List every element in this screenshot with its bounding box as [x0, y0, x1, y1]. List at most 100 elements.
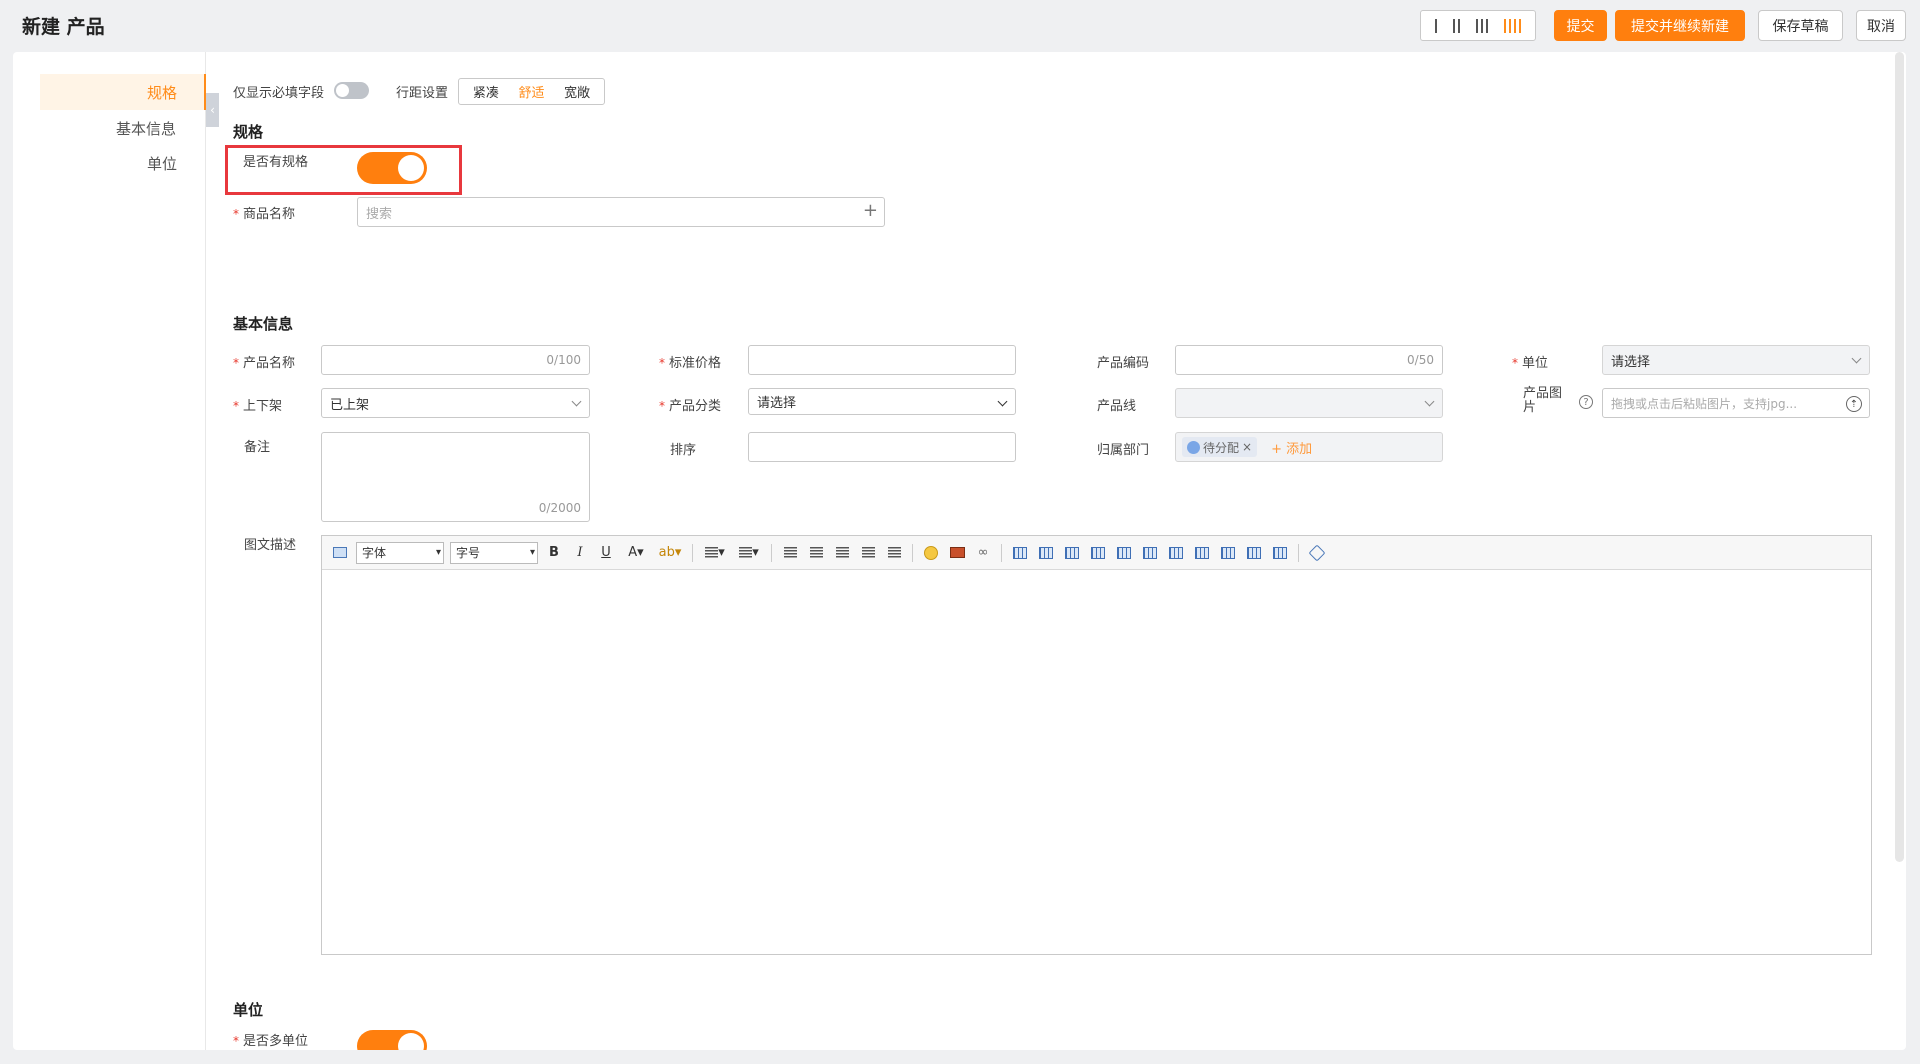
- close-icon[interactable]: ×: [1242, 440, 1252, 454]
- listing-select[interactable]: 已上架: [321, 388, 590, 418]
- toolbar-divider: [1298, 543, 1299, 562]
- product-code-label: 产品编码: [1097, 356, 1150, 371]
- remark-textarea[interactable]: 0/2000: [321, 432, 590, 522]
- merge-cells-icon[interactable]: [1192, 543, 1212, 563]
- table-caption-icon[interactable]: [1062, 543, 1082, 563]
- bottom-strip: [0, 1050, 1920, 1064]
- listing-select-value: 已上架: [330, 397, 370, 413]
- chevron-down-icon: [571, 396, 582, 407]
- merge-down-icon[interactable]: [1244, 543, 1264, 563]
- submit-continue-button[interactable]: 提交并继续新建: [1615, 10, 1745, 41]
- link-icon[interactable]: ∞: [973, 543, 993, 563]
- font-color-icon[interactable]: A▾: [622, 543, 650, 563]
- product-line-select[interactable]: [1175, 388, 1443, 418]
- delete-row-icon[interactable]: [1114, 543, 1134, 563]
- italic-icon[interactable]: I: [570, 543, 590, 563]
- remark-counter: 0/2000: [538, 501, 581, 515]
- indent-icon[interactable]: [780, 543, 800, 563]
- department-tag[interactable]: 待分配 ×: [1182, 437, 1258, 457]
- spacing-label: 行距设置: [396, 86, 449, 101]
- bold-icon[interactable]: B: [544, 543, 564, 563]
- chevron-left-icon: ‹: [210, 103, 215, 117]
- category-label: * 产品分类: [659, 399, 722, 414]
- product-code-input[interactable]: 0/50: [1175, 345, 1443, 375]
- save-draft-button[interactable]: 保存草稿: [1758, 10, 1843, 41]
- sort-label: 排序: [670, 443, 697, 458]
- page-title: 新建 产品: [22, 16, 105, 38]
- layout-3-column-icon[interactable]: [1476, 18, 1488, 33]
- collapse-nav-button[interactable]: ‹: [206, 93, 219, 127]
- section-nav: [13, 52, 206, 1050]
- image-icon[interactable]: [947, 543, 967, 563]
- vertical-scrollbar[interactable]: [1895, 52, 1904, 862]
- help-icon[interactable]: ?: [1579, 395, 1593, 409]
- standard-price-input[interactable]: [748, 345, 1016, 375]
- multi-unit-label: * 是否多单位: [233, 1034, 309, 1049]
- rich-desc-label: 图文描述: [244, 538, 297, 553]
- multi-unit-toggle-clip: [357, 1030, 427, 1050]
- align-left-icon[interactable]: [806, 543, 826, 563]
- upload-icon[interactable]: ⇡: [1846, 396, 1862, 412]
- required-mark: *: [659, 356, 665, 370]
- category-select-value: 请选择: [757, 396, 797, 411]
- cancel-button[interactable]: 取消: [1856, 10, 1906, 41]
- required-mark: *: [233, 207, 239, 221]
- layout-2-column-icon[interactable]: [1453, 18, 1460, 33]
- font-family-select[interactable]: 字体: [356, 541, 444, 564]
- table-properties-icon[interactable]: [1036, 543, 1056, 563]
- sort-input[interactable]: [748, 432, 1016, 462]
- department-field: 待分配 × + 添加: [1175, 432, 1443, 462]
- chevron-down-icon: [997, 396, 1008, 407]
- required-mark: *: [659, 399, 665, 413]
- product-name-input[interactable]: 0/100: [321, 345, 590, 375]
- avatar: [1187, 440, 1200, 454]
- emoji-icon[interactable]: [921, 543, 941, 563]
- multi-unit-toggle[interactable]: [357, 1030, 427, 1050]
- source-icon[interactable]: [330, 543, 350, 563]
- unit-label: * 单位: [1512, 356, 1549, 371]
- standard-price-label: * 标准价格: [659, 356, 722, 371]
- eraser-icon[interactable]: [1307, 543, 1327, 563]
- product-code-counter: 0/50: [1407, 353, 1434, 367]
- required-mark: *: [233, 399, 239, 413]
- product-line-label: 产品线: [1097, 399, 1137, 414]
- unordered-list-icon[interactable]: ▾: [735, 543, 763, 563]
- spacing-compact[interactable]: 紧凑: [473, 82, 499, 101]
- add-department-link[interactable]: + 添加: [1271, 438, 1312, 457]
- insert-table-icon[interactable]: [1010, 543, 1030, 563]
- font-size-select[interactable]: 字号: [450, 541, 538, 564]
- product-image-upload[interactable]: 拖拽或点击后粘贴图片，支持jpg... ⇡: [1602, 388, 1870, 418]
- delete-column-icon[interactable]: [1166, 543, 1186, 563]
- spacing-comfortable[interactable]: 舒适: [518, 82, 544, 101]
- nav-item-basic-info[interactable]: 基本信息: [116, 118, 1894, 139]
- align-right-icon[interactable]: [858, 543, 878, 563]
- chevron-down-icon: [1424, 396, 1435, 407]
- insert-row-icon[interactable]: [1088, 543, 1108, 563]
- split-cells-icon[interactable]: [1270, 543, 1290, 563]
- ordered-list-icon[interactable]: ▾: [701, 543, 729, 563]
- has-spec-toggle[interactable]: [357, 152, 427, 184]
- required-only-toggle[interactable]: [334, 82, 369, 99]
- align-justify-icon[interactable]: [884, 543, 904, 563]
- unit-select-value: 请选择: [1611, 354, 1651, 370]
- category-select[interactable]: 请选择: [748, 388, 1016, 415]
- merge-right-icon[interactable]: [1218, 543, 1238, 563]
- rich-text-editor: 字体 字号 B I U A▾ ab▾ ▾ ▾ ∞: [321, 535, 1872, 955]
- underline-icon[interactable]: U: [596, 543, 616, 563]
- layout-4-column-icon[interactable]: [1504, 18, 1521, 33]
- toolbar-divider: [692, 543, 693, 562]
- spacing-loose[interactable]: 宽敞: [564, 82, 590, 101]
- align-center-icon[interactable]: [832, 543, 852, 563]
- editor-content-area[interactable]: [322, 571, 1871, 954]
- has-spec-label: 是否有规格: [243, 155, 309, 170]
- plus-icon[interactable]: +: [863, 201, 878, 221]
- goods-name-placeholder: 搜索: [366, 206, 393, 222]
- goods-name-search-input[interactable]: 搜索 +: [357, 197, 885, 227]
- spec-section-title: 规格: [233, 123, 264, 141]
- layout-1-column-icon[interactable]: [1435, 18, 1437, 33]
- product-name-counter: 0/100: [546, 353, 581, 367]
- insert-column-icon[interactable]: [1140, 543, 1160, 563]
- highlight-color-icon[interactable]: ab▾: [656, 543, 684, 563]
- submit-button[interactable]: 提交: [1554, 10, 1607, 41]
- unit-select[interactable]: 请选择: [1602, 345, 1870, 375]
